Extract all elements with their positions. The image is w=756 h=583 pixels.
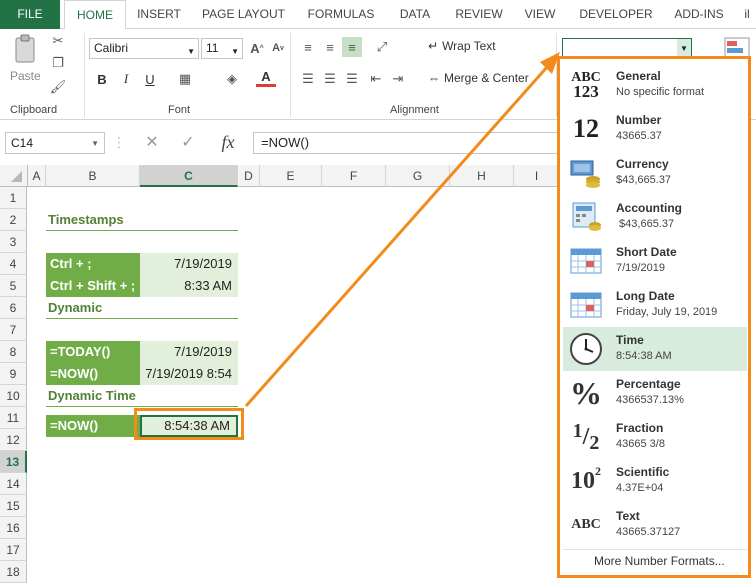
scientific-icon: 10 2 [567, 464, 605, 498]
format-option-general[interactable]: ABC 123 General No specific format [563, 63, 747, 107]
abc-123-icon: ABC 123 [567, 68, 605, 102]
format-name: Text [616, 509, 640, 523]
fraction-numerator: 1 [572, 419, 583, 442]
format-example: 7/19/2019 [616, 262, 665, 274]
format-name: Percentage [616, 377, 681, 391]
format-example: 4.37E+04 [616, 482, 664, 494]
n123-glyph: 123 [573, 82, 599, 101]
number-format-dropdown: ABC 123 General No specific format 12 Num… [557, 56, 751, 578]
format-example: 4366537.13% [616, 394, 684, 406]
format-example: 43665 3/8 [616, 438, 665, 450]
currency-icon [567, 156, 605, 190]
fraction-denominator: 2 [589, 431, 600, 454]
format-name: Time [616, 333, 644, 347]
sci-exponent: 2 [595, 463, 601, 478]
percent-icon: % [570, 374, 602, 411]
format-option-text[interactable]: ABC Text 43665.37127 [563, 503, 747, 547]
text-abc-icon: ABC [571, 517, 601, 532]
calendar-icon [567, 288, 605, 322]
accounting-icon [567, 200, 605, 234]
format-name: Accounting [616, 201, 682, 215]
format-option-short-date[interactable]: Short Date 7/19/2019 [563, 239, 747, 283]
format-name: Fraction [616, 421, 664, 435]
sci-base: 10 [571, 467, 595, 494]
format-example: Friday, July 19, 2019 [616, 306, 718, 318]
format-option-percentage[interactable]: % Percentage 4366537.13% [563, 371, 747, 415]
format-example: $43,665.37 [616, 174, 672, 186]
format-example: 8:54:38 AM [616, 350, 672, 362]
format-example: 43665.37 [616, 130, 662, 142]
divider [563, 549, 747, 550]
format-option-number[interactable]: 12 Number 43665.37 [563, 107, 747, 151]
format-option-long-date[interactable]: Long Date Friday, July 19, 2019 [563, 283, 747, 327]
format-name: Number [616, 113, 662, 127]
format-option-time[interactable]: Time 8:54:38 AM [563, 327, 747, 371]
more-number-formats-link[interactable]: More Number Formats... [594, 554, 725, 568]
format-option-currency[interactable]: Currency $43,665.37 [563, 151, 747, 195]
number-12-icon: 12 [573, 114, 599, 143]
format-name: Scientific [616, 465, 670, 479]
calendar-icon [567, 244, 605, 278]
format-example: 43665.37127 [616, 526, 681, 538]
format-name: Short Date [616, 245, 677, 259]
format-example: $43,665.37 [616, 218, 675, 230]
fraction-icon: 1/2 [572, 419, 600, 454]
format-option-scientific[interactable]: 10 2 Scientific 4.37E+04 [563, 459, 747, 503]
format-example: No specific format [616, 86, 705, 98]
format-name: Currency [616, 157, 669, 171]
format-name: Long Date [616, 289, 675, 303]
clock-icon [567, 332, 605, 366]
format-option-fraction[interactable]: 1/2 Fraction 43665 3/8 [563, 415, 747, 459]
format-option-accounting[interactable]: Accounting $43,665.37 [563, 195, 747, 239]
format-name: General [616, 69, 661, 83]
